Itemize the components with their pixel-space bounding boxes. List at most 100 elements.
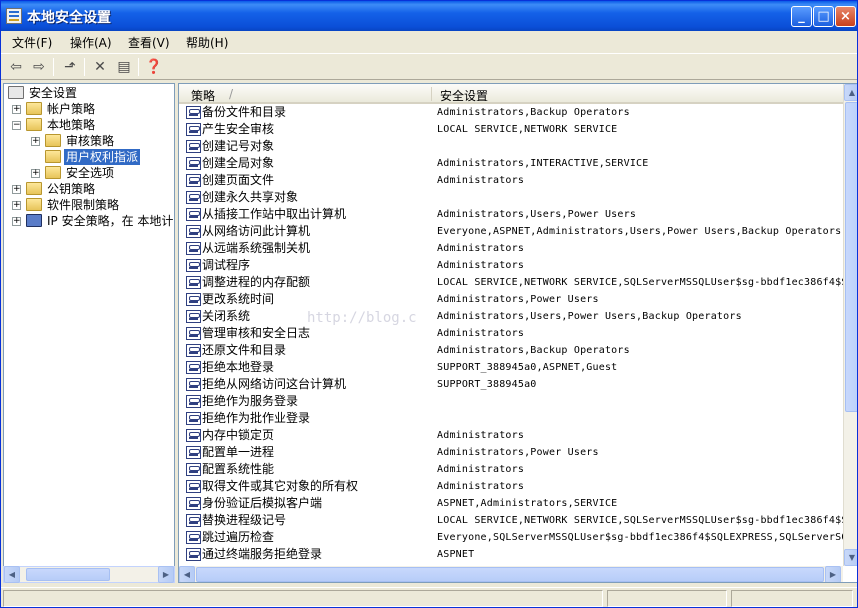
- policy-row[interactable]: 从插接工作站中取出计算机 Administrators,Users,Power U…: [179, 206, 843, 223]
- menu-help[interactable]: 帮助(H): [186, 34, 228, 51]
- policy-row[interactable]: 调试程序 Administrators: [179, 257, 843, 274]
- policy-row[interactable]: 创建全局对象 Administrators,INTERACTIVE,SERVICE: [179, 155, 843, 172]
- details-pane: 策略 / 安全设置 备份文件和目录 Administrators,Backup O…: [178, 83, 857, 583]
- tree-node-audit-policy[interactable]: + 审核策略: [31, 133, 171, 149]
- policy-row[interactable]: 创建永久共享对象: [179, 189, 843, 206]
- policy-row[interactable]: 通过终端服务拒绝登录 ASPNET: [179, 546, 843, 563]
- policy-row[interactable]: 内存中锁定页 Administrators: [179, 427, 843, 444]
- policy-icon: [186, 531, 201, 544]
- tree-label: 安全设置: [29, 86, 78, 100]
- policy-row[interactable]: 产生安全审核 LOCAL SERVICE,NETWORK SERVICE: [179, 121, 843, 138]
- back-arrow-icon[interactable]: ⇦: [6, 57, 26, 77]
- scroll-right-icon[interactable]: ▶: [158, 566, 174, 583]
- policy-setting: Administrators: [437, 464, 525, 475]
- policy-row[interactable]: 更改系统时间 Administrators,Power Users: [179, 291, 843, 308]
- horizontal-scrollbar[interactable]: ◀ ▶: [179, 566, 843, 582]
- policy-icon: [186, 293, 201, 306]
- tree-node-security-settings[interactable]: 安全设置: [8, 85, 168, 101]
- policy-name: 更改系统时间: [202, 292, 275, 306]
- policy-row[interactable]: 替换进程级记号 LOCAL SERVICE,NETWORK SERVICE,SQL…: [179, 512, 843, 529]
- policy-row[interactable]: 调整进程的内存配额 LOCAL SERVICE,NETWORK SERVICE,S…: [179, 274, 843, 291]
- properties-help-icon[interactable]: ❓: [144, 57, 164, 77]
- scroll-left-icon[interactable]: ◀: [4, 566, 20, 583]
- policy-icon: [186, 191, 201, 204]
- expand-plus-icon[interactable]: +: [31, 137, 40, 146]
- policy-icon: [186, 395, 201, 408]
- policy-row[interactable]: 还原文件和目录 Administrators,Backup Operators: [179, 342, 843, 359]
- tree-node-security-options[interactable]: + 安全选项: [31, 165, 171, 181]
- toolbar-separator: [84, 58, 85, 76]
- policy-name: 配置系统性能: [202, 462, 275, 476]
- policy-row[interactable]: 备份文件和目录 Administrators,Backup Operators: [179, 104, 843, 121]
- minimize-button[interactable]: _: [791, 6, 812, 27]
- policy-name: 产生安全审核: [202, 122, 275, 136]
- policy-row[interactable]: 拒绝从网络访问这台计算机 SUPPORT_388945a0: [179, 376, 843, 393]
- title-bar[interactable]: 本地安全设置 _ □ ×: [1, 1, 857, 31]
- policy-row[interactable]: 从远端系统强制关机 Administrators: [179, 240, 843, 257]
- tree-node-local-policy[interactable]: − 本地策略: [12, 117, 172, 133]
- policy-name: 拒绝作为批作业登录: [202, 411, 311, 425]
- expand-plus-icon[interactable]: +: [12, 185, 21, 194]
- expand-plus-icon[interactable]: +: [12, 105, 21, 114]
- export-list-icon[interactable]: ▤: [114, 57, 134, 77]
- policy-name: 创建页面文件: [202, 173, 275, 187]
- policy-row[interactable]: 创建页面文件 Administrators: [179, 172, 843, 189]
- scroll-thumb[interactable]: [196, 567, 824, 582]
- policy-row[interactable]: 拒绝作为批作业登录: [179, 410, 843, 427]
- close-button[interactable]: ×: [835, 6, 856, 27]
- policy-name: 内存中锁定页: [202, 428, 275, 442]
- tree-node-user-rights[interactable]: 用户权利指派: [45, 149, 170, 165]
- expand-plus-icon[interactable]: +: [12, 201, 21, 210]
- scroll-up-icon[interactable]: ▲: [844, 84, 857, 101]
- expand-plus-icon[interactable]: +: [31, 169, 40, 178]
- collapse-minus-icon[interactable]: −: [12, 121, 21, 130]
- delete-icon[interactable]: ✕: [90, 57, 110, 77]
- folder-icon: [26, 102, 42, 115]
- vertical-scrollbar[interactable]: ▲ ▼: [843, 84, 857, 566]
- scroll-right-icon[interactable]: ▶: [825, 566, 841, 582]
- policy-row[interactable]: 配置系统性能 Administrators: [179, 461, 843, 478]
- toolbar: ⇦ ⇨ ⬏ ✕ ▤ ❓: [1, 53, 857, 80]
- expand-plus-icon[interactable]: +: [12, 217, 21, 226]
- policy-name: 管理审核和安全日志: [202, 326, 311, 340]
- policy-icon: [186, 412, 201, 425]
- policy-row[interactable]: 身份验证后模拟客户端 ASPNET,Administrators,SERVICE: [179, 495, 843, 512]
- tree-node-public-key[interactable]: + 公钥策略: [12, 181, 172, 197]
- window-title: 本地安全设置: [27, 10, 111, 26]
- menu-action[interactable]: 操作(A): [70, 34, 112, 51]
- policy-row[interactable]: 跳过遍历检查 Everyone,SQLServerMSSQLUser$sg-bbd…: [179, 529, 843, 546]
- policy-setting: SUPPORT_388945a0: [437, 379, 537, 390]
- column-setting[interactable]: 安全设置: [440, 87, 488, 104]
- policy-row[interactable]: 创建记号对象: [179, 138, 843, 155]
- tree-horizontal-scrollbar[interactable]: ◀ ▶: [3, 566, 175, 583]
- up-folder-icon[interactable]: ⬏: [60, 57, 80, 77]
- maximize-button[interactable]: □: [813, 6, 834, 27]
- policy-setting: Administrators,Backup Operators: [437, 107, 630, 118]
- policy-icon: [186, 463, 201, 476]
- tree-node-software-restriction[interactable]: + 软件限制策略: [12, 197, 172, 213]
- policy-row[interactable]: 配置单一进程 Administrators,Power Users: [179, 444, 843, 461]
- policy-row[interactable]: 拒绝本地登录 SUPPORT_388945a0,ASPNET,Guest: [179, 359, 843, 376]
- sort-indicator-icon: /: [229, 87, 234, 101]
- menu-file[interactable]: 文件(F): [12, 34, 52, 51]
- scroll-left-icon[interactable]: ◀: [179, 566, 195, 582]
- policy-row[interactable]: 从网络访问此计算机 Everyone,ASPNET,Administrators,…: [179, 223, 843, 240]
- console-tree: 安全设置 + 帐户策略 − 本地策略 + 审核策略 用户权利指派 + 安全选项 …: [3, 83, 175, 583]
- policy-row[interactable]: 拒绝作为服务登录: [179, 393, 843, 410]
- scroll-down-icon[interactable]: ▼: [844, 549, 857, 566]
- menu-view[interactable]: 查看(V): [128, 34, 170, 51]
- policy-name: 从插接工作站中取出计算机: [202, 207, 347, 221]
- tree-node-ip-security[interactable]: + IP 安全策略，在 本地计: [12, 213, 174, 229]
- policy-row[interactable]: 管理审核和安全日志 Administrators: [179, 325, 843, 342]
- scroll-thumb[interactable]: [845, 102, 857, 412]
- scroll-thumb[interactable]: [26, 568, 110, 581]
- column-divider[interactable]: [431, 87, 432, 101]
- menu-bar: 文件(F) 操作(A) 查看(V) 帮助(H): [1, 31, 857, 53]
- policy-row[interactable]: 关闭系统 Administrators,Users,Power Users,Bac…: [179, 308, 843, 325]
- policy-icon: [186, 276, 201, 289]
- policy-name: 通过终端服务拒绝登录: [202, 547, 323, 561]
- policy-row[interactable]: 取得文件或其它对象的所有权 Administrators: [179, 478, 843, 495]
- tree-node-account-policy[interactable]: + 帐户策略: [12, 101, 172, 117]
- forward-arrow-icon[interactable]: ⇨: [29, 57, 49, 77]
- column-policy[interactable]: 策略: [191, 87, 215, 104]
